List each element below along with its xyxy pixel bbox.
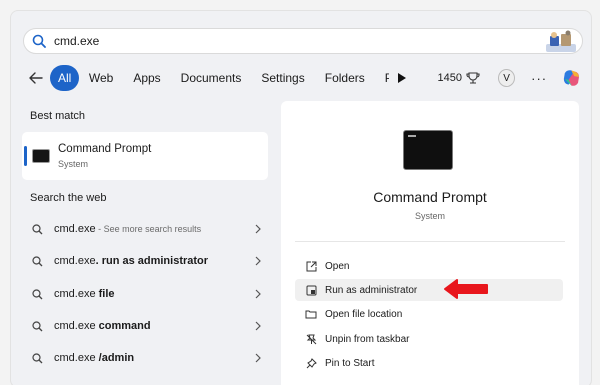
open-file-location-action[interactable]: Open file location [295,303,563,325]
tab-all[interactable]: All [50,65,79,91]
best-match-type: System [58,159,89,169]
action-label: Run as administrator [325,284,418,296]
run-as-administrator-action[interactable]: Run as administrator [295,279,563,301]
tab-settings[interactable]: Settings [251,65,314,91]
search-web-heading: Search the web [30,192,107,204]
web-suggestion[interactable]: cmd.exe command [22,314,268,338]
pin-icon [303,357,319,369]
best-match-item[interactable]: Command Prompt System [22,132,268,180]
red-arrow-annotation-icon [444,279,488,299]
search-icon [32,288,54,300]
web-suggestion[interactable]: cmd.exe /admin [22,346,268,370]
app-preview-panel: Command Prompt System Open Run as admini… [281,101,579,385]
search-input[interactable] [54,30,534,52]
copilot-icon[interactable] [561,67,582,89]
tab-documents[interactable]: Documents [171,65,252,91]
results-list: Best match Command Prompt System Search … [22,102,272,385]
suggestion-text: cmd.exe [54,223,96,235]
tab-web[interactable]: Web [79,65,123,91]
suggestion-text: cmd.exe [54,320,99,332]
suggestion-text: cmd.exe [54,352,99,364]
tab-apps[interactable]: Apps [123,65,170,91]
points-value: 1450 [437,72,462,84]
pin-to-start-action[interactable]: Pin to Start [295,352,563,374]
open-action[interactable]: Open [295,255,563,277]
divider [295,241,565,242]
tab-truncated[interactable]: P [375,65,389,91]
web-suggestion[interactable]: cmd.exe - See more search results [22,217,268,241]
chevron-right-icon [248,321,268,331]
back-arrow-icon[interactable] [22,64,50,92]
suggestion-bold-text: file [98,288,115,300]
tab-folders[interactable]: Folders [315,65,375,91]
rewards-points[interactable]: 1450 [438,71,480,85]
folder-icon [303,309,319,319]
search-icon [32,255,54,267]
rewards-trophy-icon [466,72,480,84]
suggestion-text: cmd.exe [54,288,99,300]
chevron-right-icon [248,353,268,363]
search-icon [32,223,54,235]
play-more-tabs-icon[interactable] [393,73,412,83]
suggestion-bold-text: command [98,320,151,332]
best-match-heading: Best match [30,110,86,122]
shield-admin-icon [303,285,319,296]
best-match-name: Command Prompt [58,143,152,155]
search-icon [32,352,54,364]
account-avatar[interactable]: V [497,69,516,87]
suggestion-bold-text: . run as administrator [95,255,209,267]
search-icon [32,320,54,332]
preview-app-name: Command Prompt [373,189,487,205]
search-box[interactable] [23,28,583,54]
web-suggestion[interactable]: cmd.exe. run as administrator [22,249,268,273]
filter-tabs: All Web Apps Documents Settings Folders … [22,63,582,93]
suggestion-bold-text: /admin [98,352,135,364]
command-prompt-large-icon [403,130,453,170]
web-suggestion[interactable]: cmd.exe file [22,282,268,306]
command-prompt-icon [32,149,50,163]
selection-indicator [24,146,27,166]
preview-app-type: System [414,211,445,221]
search-highlight-icon[interactable] [544,30,578,54]
open-external-icon [303,261,319,272]
action-label: Open [325,260,350,272]
suggestion-text: cmd.exe [54,255,96,267]
search-icon [24,28,54,54]
action-label: Unpin from taskbar [325,333,410,345]
unpin-icon [303,334,319,345]
action-label: Pin to Start [325,357,375,369]
chevron-right-icon [248,289,268,299]
more-options-icon[interactable]: ··· [531,71,547,86]
suggestion-hint: - See more search results [95,224,202,234]
action-label: Open file location [325,308,403,320]
chevron-right-icon [248,224,268,234]
chevron-right-icon [248,256,268,266]
unpin-from-taskbar-action[interactable]: Unpin from taskbar [295,328,563,350]
